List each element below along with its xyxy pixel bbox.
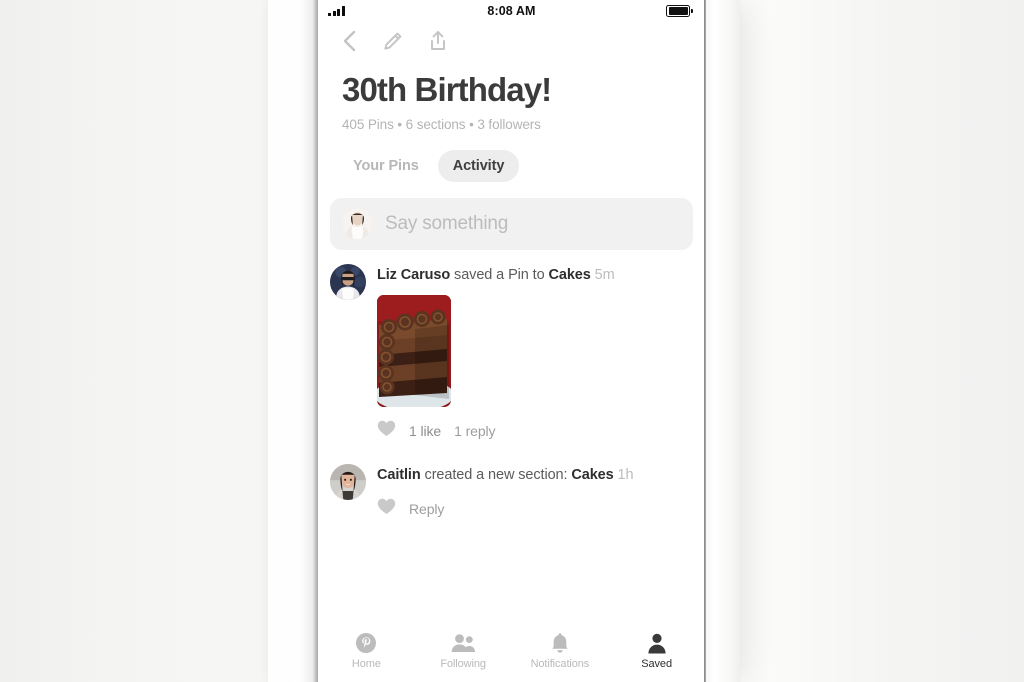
- heart-icon[interactable]: [377, 420, 396, 442]
- activity-action: created a new section:: [420, 467, 572, 484]
- board-header: 30th Birthday! 405 Pins • 6 sections • 3…: [318, 60, 705, 132]
- tab-activity[interactable]: Activity: [437, 149, 520, 182]
- tabbar-item-home[interactable]: Home: [318, 632, 415, 670]
- tab-your-pins[interactable]: Your Pins: [338, 150, 434, 182]
- status-bar: 8:08 AM: [318, 0, 705, 22]
- composer-user-avatar: [342, 208, 373, 240]
- tabbar-item-notifications[interactable]: Notifications: [512, 632, 609, 670]
- activity-text: Caitlin created a new section: Cakes 1h: [377, 466, 693, 485]
- board-stats: 405 Pins • 6 sections • 3 followers: [342, 116, 541, 132]
- activity-actions: Reply: [377, 498, 693, 520]
- activity-timestamp: 5m: [594, 266, 615, 283]
- avatar-caitlin[interactable]: [330, 464, 366, 501]
- phone-screen: 8:08 AM 30th Birthday! 405 Pins • 6 sect…: [318, 0, 705, 682]
- person-icon: [647, 632, 667, 654]
- activity-timestamp: 1h: [617, 467, 634, 484]
- share-upload-icon[interactable]: [428, 30, 448, 52]
- activity-text: Liz Caruso saved a Pin to Cakes 5m: [377, 266, 693, 285]
- bottom-tab-bar: Home Following Notifications Saved: [318, 626, 705, 682]
- pencil-icon[interactable]: [382, 31, 403, 52]
- pinterest-logo-icon: [355, 632, 377, 654]
- activity-item-liz-caruso: Liz Caruso saved a Pin to Cakes 5m 1 lik…: [330, 263, 693, 443]
- avatar-liz-caruso[interactable]: [330, 263, 366, 300]
- navigation-bar: [318, 22, 705, 60]
- people-icon: [450, 632, 476, 654]
- composer-placeholder: Say something: [385, 212, 509, 234]
- chevron-left-icon[interactable]: [342, 29, 357, 53]
- chocolate-cake-pin-thumbnail[interactable]: [377, 295, 451, 408]
- tabbar-label: Following: [440, 658, 486, 670]
- activity-item-caitlin: Caitlin created a new section: Cakes 1h …: [330, 464, 693, 520]
- activity-target[interactable]: Cakes: [548, 267, 590, 283]
- tabbar-label: Home: [351, 658, 381, 670]
- tabbar-label: Saved: [641, 658, 672, 670]
- battery-full-icon: [666, 5, 693, 17]
- activity-actor[interactable]: Caitlin: [377, 467, 421, 483]
- activity-actions: 1 like 1 reply: [377, 420, 693, 442]
- page-title: 30th Birthday!: [342, 71, 552, 108]
- activity-target[interactable]: Cakes: [571, 467, 613, 483]
- tabbar-item-saved[interactable]: Saved: [608, 632, 705, 670]
- reply-count-label[interactable]: 1 reply: [454, 423, 495, 439]
- like-count-label[interactable]: 1 like: [409, 423, 441, 439]
- status-time: 8:08 AM: [487, 4, 536, 18]
- activity-actor[interactable]: Liz Caruso: [377, 267, 450, 283]
- bell-icon: [550, 632, 570, 654]
- heart-icon[interactable]: [377, 498, 396, 520]
- activity-action: saved a Pin to: [450, 266, 549, 283]
- tabbar-item-following[interactable]: Following: [415, 632, 512, 670]
- reply-label[interactable]: Reply: [409, 501, 444, 517]
- activity-feed: Liz Caruso saved a Pin to Cakes 5m 1 lik…: [318, 250, 705, 521]
- tabbar-label: Notifications: [530, 658, 590, 670]
- comment-composer[interactable]: Say something: [330, 197, 693, 250]
- board-tabs: Your Pins Activity: [318, 132, 705, 182]
